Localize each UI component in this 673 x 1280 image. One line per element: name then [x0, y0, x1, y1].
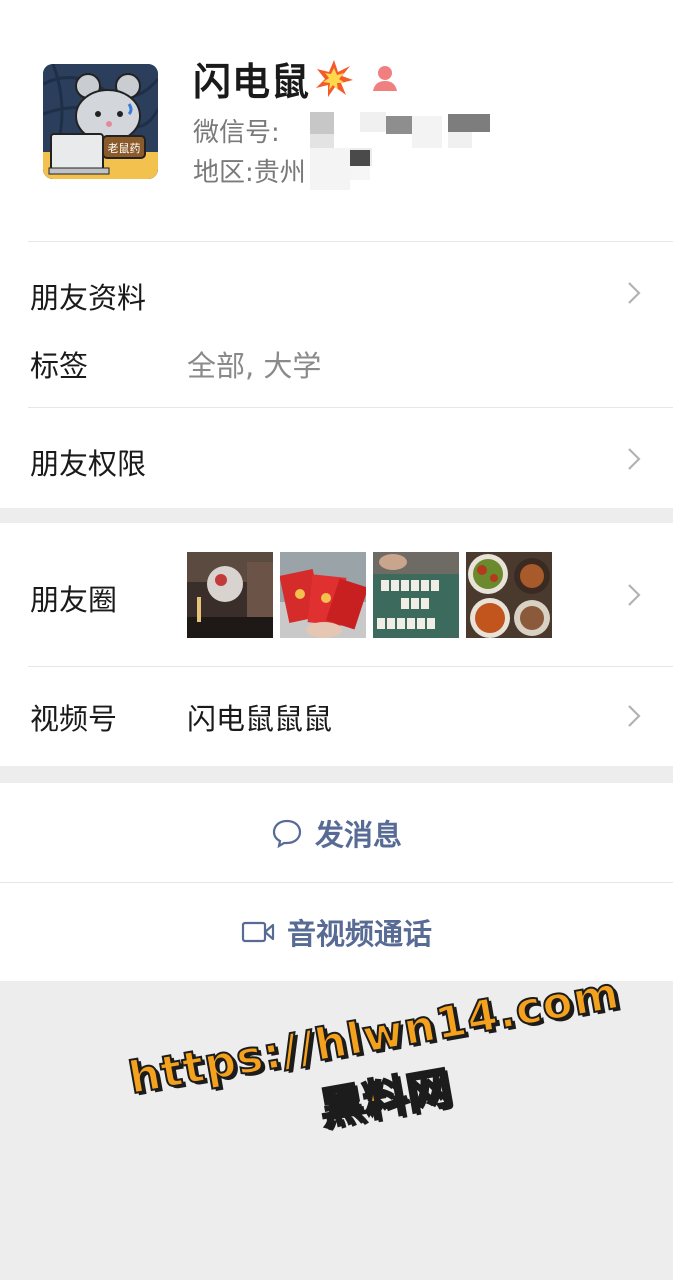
profile-header: 老鼠药 闪电鼠 微信号: 地区:贵州: [0, 0, 673, 242]
avatar[interactable]: 老鼠药: [43, 64, 158, 179]
friend-permissions-label: 朋友权限: [30, 447, 147, 481]
chat-bubble-icon: [272, 819, 302, 848]
video-camera-icon: [241, 921, 275, 943]
moments-row[interactable]: 朋友圈: [0, 523, 673, 666]
tags-value: 全部, 大学: [187, 349, 322, 383]
wechat-id: 微信号:: [193, 112, 280, 149]
moments-photo-food: [466, 552, 552, 638]
channels-row[interactable]: 视频号 闪电鼠鼠鼠: [0, 667, 673, 766]
tags-label: 标签: [30, 349, 89, 383]
region: 地区:贵州: [193, 152, 306, 189]
svg-text:老鼠药: 老鼠药: [108, 141, 141, 155]
region-value: 贵州: [253, 158, 306, 188]
moments-photo-party: [187, 552, 273, 638]
burst-emoji-icon: [316, 60, 354, 97]
video-call-label: 音视频通话: [286, 917, 432, 951]
chevron-right-icon: [628, 282, 641, 304]
chevron-right-icon: [628, 705, 641, 727]
chevron-right-icon: [628, 448, 641, 470]
actions-section: 发消息 音视频通话: [0, 783, 673, 981]
friend-info-row[interactable]: 朋友资料: [0, 242, 673, 342]
region-label: 地区:: [193, 158, 254, 188]
moments-photo-red-envelopes: [280, 552, 366, 638]
avatar-image: 老鼠药: [43, 64, 158, 179]
display-name: 闪电鼠: [193, 59, 311, 104]
channels-label: 视频号: [30, 702, 118, 736]
moments-section: 朋友圈 视频号 闪电鼠鼠鼠: [0, 523, 673, 766]
moments-label: 朋友圈: [30, 583, 118, 617]
channels-value: 闪电鼠鼠鼠: [187, 702, 333, 736]
wechat-id-label: 微信号:: [193, 118, 280, 148]
female-icon: [373, 66, 398, 91]
redaction-mosaic: [310, 112, 490, 190]
friend-permissions-row[interactable]: 朋友权限: [0, 408, 673, 508]
watermark: https://hlwn14.com 黑料网: [94, 962, 666, 1174]
video-call-button[interactable]: 音视频通话: [0, 883, 673, 981]
moments-photo-mahjong: [373, 552, 459, 638]
friend-info-label: 朋友资料: [30, 281, 147, 315]
send-message-label: 发消息: [314, 817, 402, 852]
name-row: 闪电鼠: [193, 52, 400, 104]
send-message-button[interactable]: 发消息: [0, 783, 673, 882]
chevron-right-icon: [628, 584, 641, 606]
details-section: 朋友资料 标签 全部, 大学 朋友权限: [0, 242, 673, 508]
